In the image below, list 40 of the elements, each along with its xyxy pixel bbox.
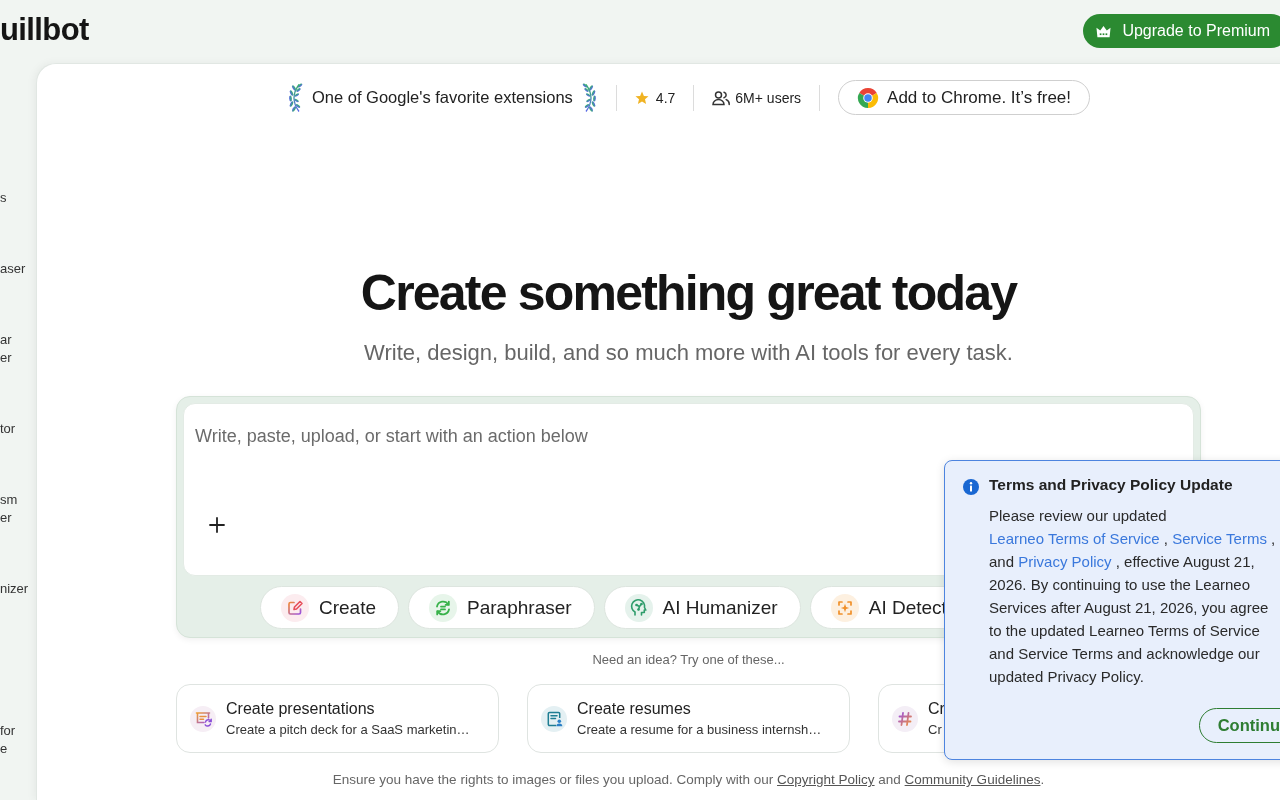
users-icon (712, 89, 731, 106)
ideas-heading: Need an idea? Try one of these... (592, 651, 785, 669)
suggestion-card[interactable]: Create presentations Create a pitch deck for a SaaS marketin… (176, 684, 499, 753)
policy-link[interactable]: Privacy Policy (1018, 553, 1112, 570)
plus-icon (209, 517, 225, 533)
document-person-icon (541, 705, 567, 732)
upgrade-button[interactable]: Upgrade to Premium (1083, 14, 1280, 48)
sidebar-item[interactable]: s (0, 189, 36, 207)
laurel-icon (581, 82, 598, 113)
presentation-board-icon (190, 705, 216, 732)
suggestion-card[interactable]: Create resumes Create a resume for a business internsh… (527, 684, 850, 753)
crown-icon (1096, 24, 1112, 38)
rating-text: 4.7 (655, 89, 676, 106)
action-chip[interactable]: AI Humanizer (603, 586, 801, 629)
cycle-arrows-icon (429, 593, 458, 622)
hero-title: Create something great today (360, 264, 1017, 323)
hero-subtitle: Write, design, build, and so much more with AI tools for every task. (364, 339, 1013, 367)
users-count: 6M+ users (735, 89, 802, 106)
policy-link[interactable]: Learneo Terms of Service (989, 530, 1160, 547)
sidebar-item[interactable]: nizer (0, 580, 36, 598)
sidebar-item[interactable]: tor (0, 420, 36, 438)
action-chip[interactable]: Paraphraser (408, 586, 595, 629)
sparkle-frame-icon (830, 593, 859, 622)
head-network-icon (624, 593, 653, 622)
chrome-logo-icon (857, 86, 880, 109)
add-button[interactable] (209, 517, 225, 533)
logo-wordmark[interactable]: uillbot (0, 11, 89, 48)
rights-notice: Ensure you have the rights to images or files you upload. Comply with our Copyright Policy and Community Guidelines. (332, 771, 1045, 789)
sidebar-item[interactable]: for e (0, 722, 36, 758)
sidebar-item[interactable]: ar er (0, 331, 36, 367)
policy-link[interactable]: Copyright Policy (777, 772, 875, 787)
hashtag-icon (892, 705, 918, 732)
info-icon (963, 479, 979, 495)
badge-text: One of Google's favorite extensions (311, 88, 573, 107)
laurel-icon (286, 82, 303, 113)
star-icon (634, 90, 649, 105)
add-to-chrome-button[interactable]: Add to Chrome. It’s free! (838, 80, 1090, 115)
action-chip[interactable]: Create (260, 586, 400, 629)
sidebar-item[interactable]: sm er (0, 491, 36, 527)
sidebar-item[interactable]: aser (0, 260, 36, 278)
